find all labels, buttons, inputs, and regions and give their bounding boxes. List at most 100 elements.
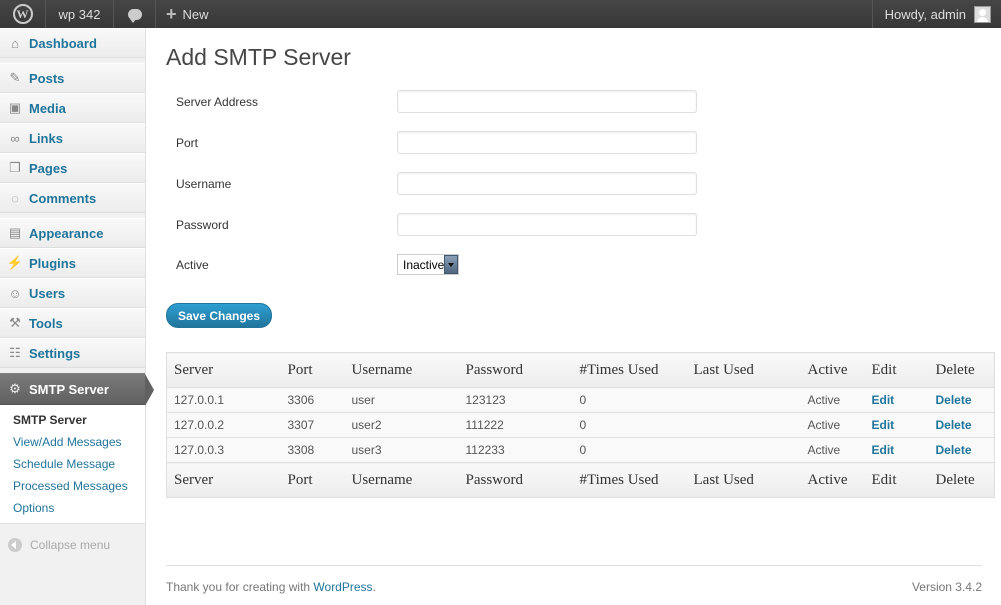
sidebar-item-media[interactable]: ▣ Media [0,93,145,123]
sidebar-item-label: Posts [29,70,65,86]
comment-bubble-icon [127,8,142,23]
submenu-item-options[interactable]: Options [0,497,145,519]
comment-icon: ◌ [11,190,19,206]
sidebar-item-appearance[interactable]: ▤ Appearance [0,218,145,248]
plugin-icon: ⚡ [6,255,24,270]
chevron-down-icon [444,255,458,274]
delete-link[interactable]: Delete [928,412,995,438]
username-input[interactable] [397,172,697,195]
cell-server: 127.0.0.2 [166,412,281,438]
sidebar-item-pages[interactable]: ❐ Pages [0,153,145,183]
site-name-link[interactable]: wp 342 [46,0,114,28]
cell-times-used: 0 [572,437,687,463]
sidebar-item-label: Settings [29,345,81,361]
sidebar-item-label: Appearance [29,225,104,241]
smtp-submenu: SMTP Server View/Add Messages Schedule M… [0,405,145,524]
cell-times-used: 0 [572,412,687,438]
settings-icon: ☷ [9,345,21,360]
sidebar-item-tools[interactable]: ⚒ Tools [0,308,145,338]
password-input[interactable] [397,213,697,236]
collapse-menu-label: Collapse menu [30,538,111,552]
cell-password: 112233 [458,437,573,463]
tools-icon: ⚒ [9,315,21,330]
sidebar-item-dashboard[interactable]: ⌂ Dashboard [0,28,145,58]
cell-password: 111222 [458,412,573,438]
cell-port: 3308 [280,437,345,463]
edit-link[interactable]: Edit [864,437,929,463]
wordpress-logo-button[interactable]: W [0,0,46,28]
sidebar-item-smtp-server[interactable]: ⚙ SMTP Server [0,373,154,406]
port-input[interactable] [397,131,697,154]
table-row: 127.0.0.3 3308 user3 112233 0 Active Edi… [166,437,995,463]
submenu-item-view-add-messages[interactable]: View/Add Messages [0,431,145,453]
column-footer-times-used: #Times Used [572,462,687,498]
column-header-port: Port [280,352,345,388]
sidebar-item-comments[interactable]: ◌ Comments [0,183,145,213]
sidebar-item-settings[interactable]: ☷ Settings [0,338,145,368]
collapse-menu-button[interactable]: Collapse menu [0,524,145,552]
delete-link[interactable]: Delete [928,437,995,463]
wordpress-link[interactable]: WordPress [313,580,372,594]
appearance-icon: ▤ [8,225,22,240]
submenu-item-schedule-message[interactable]: Schedule Message [0,453,145,475]
column-footer-username: Username [344,462,459,498]
column-footer-password: Password [458,462,573,498]
comments-button[interactable] [114,0,156,28]
table-row: 127.0.0.2 3307 user2 111222 0 Active Edi… [166,412,995,438]
gear-icon: ⚙ [9,381,21,396]
column-footer-server: Server [166,462,281,498]
cell-last-used [686,437,801,463]
sidebar-item-label: Tools [29,315,63,331]
active-row: Active Inactive [176,254,459,275]
cell-active: Active [800,437,865,463]
admin-bar: W wp 342 + New Howdy, admin [0,0,1001,28]
sidebar-item-label: Plugins [29,255,76,271]
cell-username: user2 [344,412,459,438]
password-label: Password [176,217,229,232]
page-title: Add SMTP Server [166,44,351,70]
home-icon: ⌂ [11,35,19,51]
column-footer-last-used: Last Used [686,462,801,498]
column-header-active: Active [800,352,865,388]
my-account-menu[interactable]: Howdy, admin [871,0,1001,28]
submenu-item-processed-messages[interactable]: Processed Messages [0,475,145,497]
sidebar-item-label: Users [29,285,66,301]
new-content-button[interactable]: + New [156,0,219,28]
sidebar-item-label: Pages [29,160,68,176]
main-content: Add SMTP Server Server Address Port User… [166,28,995,498]
server-address-row: Server Address [176,90,697,113]
username-row: Username [176,172,697,195]
cell-times-used: 0 [572,387,687,413]
save-changes-button[interactable]: Save Changes [166,303,272,328]
server-address-label: Server Address [176,94,259,109]
column-header-edit: Edit [864,352,929,388]
active-select-value: Inactive [403,257,445,272]
table-footer-row: Server Port Username Password #Times Use… [166,462,995,498]
sidebar-item-label: Links [29,130,63,146]
delete-link[interactable]: Delete [928,387,995,413]
footer-period: . [372,580,376,594]
sidebar-item-posts[interactable]: ✎ Posts [0,63,145,93]
column-header-password: Password [458,352,573,388]
cell-last-used [686,387,801,413]
sidebar-item-links[interactable]: ∞ Links [0,123,145,153]
sidebar-item-users[interactable]: ☺ Users [0,278,145,308]
collapse-arrow-icon [8,538,22,552]
edit-link[interactable]: Edit [864,387,929,413]
smtp-servers-table: Server Port Username Password #Times Use… [166,352,995,498]
wordpress-logo-icon: W [12,4,33,24]
edit-link[interactable]: Edit [864,412,929,438]
sidebar-item-plugins[interactable]: ⚡ Plugins [0,248,145,278]
active-select[interactable]: Inactive [397,254,459,275]
column-footer-delete: Delete [928,462,995,498]
column-header-username: Username [344,352,459,388]
sidebar-item-label: Dashboard [29,35,97,51]
column-header-delete: Delete [928,352,995,388]
server-address-input[interactable] [397,90,697,113]
submenu-item-smtp-server[interactable]: SMTP Server [0,409,145,431]
column-header-times-used: #Times Used [572,352,687,388]
column-footer-active: Active [800,462,865,498]
cell-username: user3 [344,437,459,463]
password-row: Password [176,213,697,236]
cell-username: user [344,387,459,413]
